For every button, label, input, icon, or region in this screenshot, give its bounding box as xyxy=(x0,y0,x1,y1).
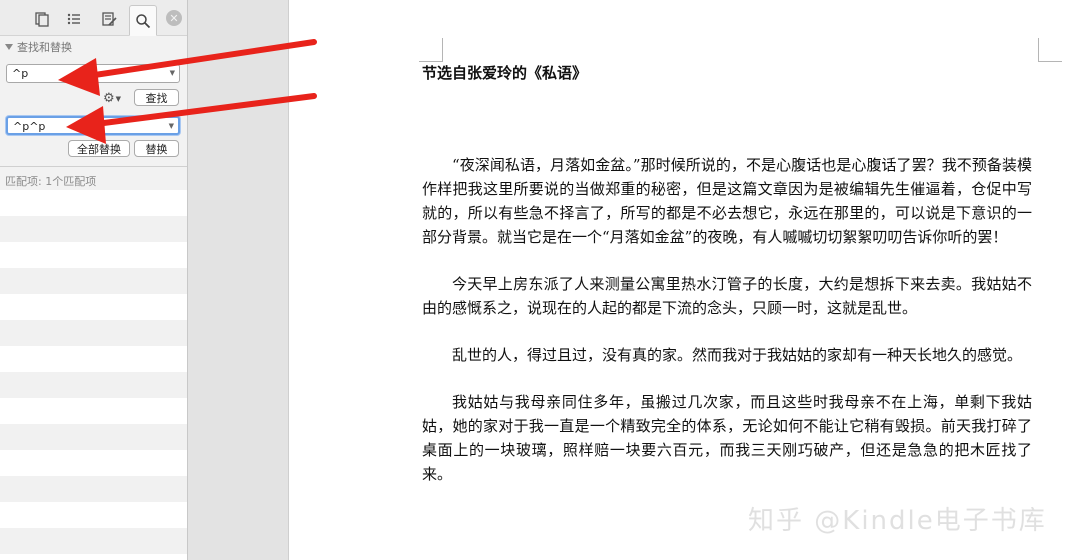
close-icon[interactable]: ✕ xyxy=(166,10,182,26)
tab-pages[interactable] xyxy=(28,6,56,32)
replace-all-button[interactable]: 全部替换 xyxy=(68,140,130,157)
find-replace-section-header[interactable]: 查找和替换 xyxy=(5,39,72,55)
replace-input[interactable]: ^p^p ▼ xyxy=(6,116,180,135)
search-icon xyxy=(136,13,151,28)
sidebar-tabbar: ✕ xyxy=(0,0,187,36)
find-input[interactable]: ^p ▼ xyxy=(6,64,180,83)
list-icon xyxy=(67,13,80,25)
options-menu-button[interactable]: ⚙ ▼ xyxy=(103,91,121,106)
tab-search[interactable] xyxy=(129,5,157,36)
paragraph: 乱世的人，得过且过，没有真的家。然而我对于我姑姑的家却有一种天长地久的感觉。 xyxy=(452,346,1023,364)
document-body[interactable]: 节选自张爱玲的《私语》 “夜深闻私语，月落如金盆。”那时候所说的，不是心腹话也是… xyxy=(422,60,1032,486)
paragraph: 今天早上房东派了人来测量公寓里热水汀管子的长度，大约是想拆下来去卖。我姑姑不由的… xyxy=(422,275,1032,317)
crop-mark xyxy=(419,38,443,62)
match-results-list[interactable] xyxy=(0,190,187,560)
disclosure-triangle-icon xyxy=(5,44,13,50)
crop-mark xyxy=(1038,38,1062,62)
match-count: 匹配项: 1个匹配项 xyxy=(0,166,187,190)
chevron-down-icon: ▼ xyxy=(115,94,122,103)
edit-icon xyxy=(102,12,117,26)
replace-input-value: ^p^p xyxy=(13,120,46,133)
watermark: 知乎 @Kindle电子书库 xyxy=(748,506,1047,536)
paragraph: “夜深闻私语，月落如金盆。”那时候所说的，不是心腹话也是心腹话了罢？我不预备装模… xyxy=(422,156,1032,246)
document-page[interactable]: 节选自张爱玲的《私语》 “夜深闻私语，月落如金盆。”那时候所说的，不是心腹话也是… xyxy=(288,0,1080,560)
tab-outline[interactable] xyxy=(60,6,88,32)
tab-edits[interactable] xyxy=(95,6,123,32)
pages-icon xyxy=(35,12,49,27)
paragraph: 我姑姑与我母亲同住多年，虽搬过几次家，而且这些时我母亲不在上海，单剩下我姑姑，她… xyxy=(422,393,1032,483)
document-title: 节选自张爱玲的《私语》 xyxy=(422,64,588,82)
chevron-down-icon[interactable]: ▼ xyxy=(170,68,175,79)
chevron-down-icon[interactable]: ▼ xyxy=(169,121,174,132)
find-button[interactable]: 查找 xyxy=(134,89,179,106)
sidebar: ✕ 查找和替换 ^p ▼ ⚙ ▼ 查找 ^p^p ▼ 全部替换 替换 匹配项: 1… xyxy=(0,0,188,560)
find-input-value: ^p xyxy=(12,67,29,80)
gear-icon: ⚙ xyxy=(103,91,115,106)
section-title: 查找和替换 xyxy=(17,41,72,54)
replace-button[interactable]: 替换 xyxy=(134,140,179,157)
